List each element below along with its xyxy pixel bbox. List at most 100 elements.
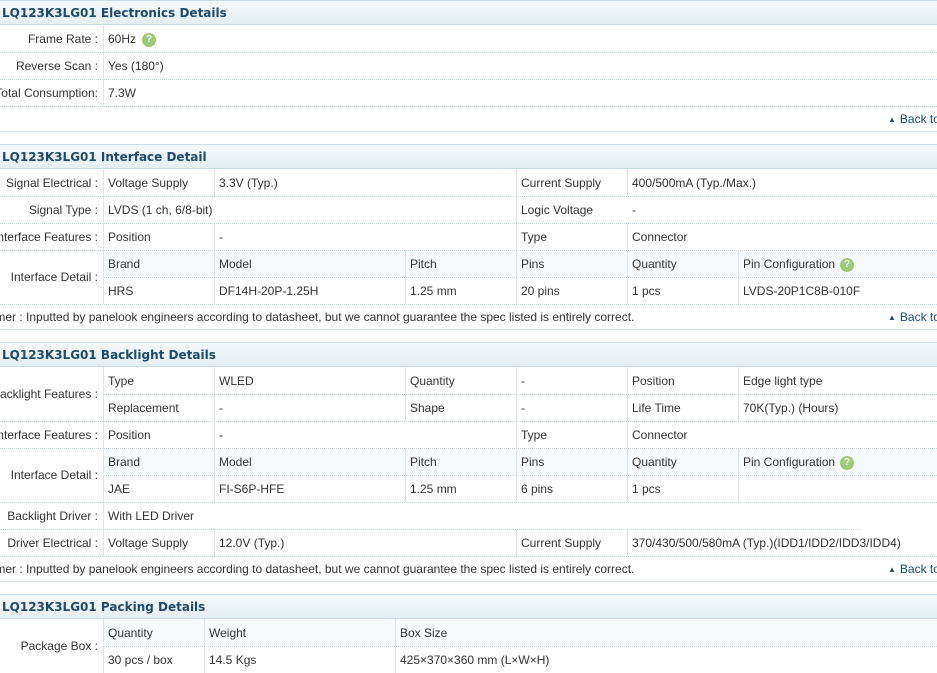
- bl-type-label: Type: [108, 374, 135, 388]
- backlight-features-label: Backlight Features :: [0, 387, 98, 401]
- disclaimer-text: Disclaimer : Inputted by panelook engine…: [0, 310, 635, 324]
- bl-replacement-value: -: [219, 401, 223, 415]
- bl-interface-features-label: Interface Features :: [0, 428, 98, 442]
- electronics-section-header: LQ123K3LG01 Electronics Details: [0, 0, 937, 25]
- label-column-divider: [103, 25, 104, 106]
- type-value: Connector: [632, 230, 688, 244]
- back-to-top-label: Back to Top: [899, 112, 937, 126]
- bl-cell-model: FI-S6P-HFE: [219, 482, 285, 496]
- logic-voltage-value: -: [632, 203, 636, 217]
- cell-quantity: 1 pcs: [632, 284, 661, 298]
- bl-life-time-value: 70K(Typ.) (Hours): [743, 401, 839, 415]
- bl-col-pin-configuration: Pin Configuration?: [743, 455, 855, 470]
- bl-quantity-value: -: [521, 374, 525, 388]
- row-divider: [0, 304, 937, 305]
- bl-quantity-label: Quantity: [410, 374, 455, 388]
- bl-col-brand: Brand: [108, 455, 141, 469]
- bl-position-label: Position: [632, 374, 675, 388]
- column-divider: [516, 529, 517, 556]
- column-divider: [516, 421, 517, 448]
- frame-rate-value: 60Hz?: [108, 32, 157, 47]
- bl-cell-quantity: 1 pcs: [632, 482, 661, 496]
- bl-cell-brand: JAE: [108, 482, 131, 496]
- drv-voltage-supply-label: Voltage Supply: [108, 536, 189, 550]
- row-divider: [0, 556, 937, 557]
- backlight-driver-value: With LED Driver: [108, 509, 195, 523]
- help-icon[interactable]: ?: [142, 32, 157, 47]
- bl-col-pitch: Pitch: [410, 455, 437, 469]
- col-brand: Brand: [108, 257, 141, 271]
- bl-if-type-label: Type: [521, 428, 548, 442]
- electronics-section-title: LQ123K3LG01 Electronics Details: [2, 6, 227, 20]
- col-pitch: Pitch: [410, 257, 437, 271]
- signal-type-label: Signal Type :: [28, 203, 98, 217]
- section-divider: [0, 131, 937, 132]
- col-model: Model: [219, 257, 252, 271]
- bl-shape-value: -: [521, 401, 525, 415]
- cell-pin-configuration: LVDS-20P1C8B-010F: [743, 284, 861, 298]
- row-divider: [0, 502, 937, 503]
- row-divider: [0, 79, 937, 80]
- disclaimer-text: Disclaimer : Inputted by panelook engine…: [0, 562, 635, 576]
- back-to-top-label: Back to Top: [899, 310, 937, 324]
- back-to-top-link[interactable]: ▲Back to Top: [888, 562, 937, 576]
- triangle-up-icon: ▲: [888, 313, 896, 322]
- row-divider: [104, 394, 937, 395]
- bl-if-position-value: -: [219, 428, 223, 442]
- back-to-top-link[interactable]: ▲Back to Top: [888, 112, 937, 126]
- cell-pins: 20 pins: [521, 284, 560, 298]
- drv-current-supply-label: Current Supply: [521, 536, 602, 550]
- help-icon[interactable]: ?: [840, 455, 855, 470]
- back-to-top-link[interactable]: ▲Back to Top: [888, 310, 937, 324]
- column-divider: [214, 223, 215, 250]
- section-divider: [0, 581, 937, 582]
- column-divider: [627, 223, 628, 250]
- voltage-supply-value: 3.3V (Typ.): [219, 176, 278, 190]
- pk-col-box-size: Box Size: [400, 626, 448, 640]
- reverse-scan-label: Reverse Scan :: [15, 59, 98, 73]
- bl-if-type-value: Connector: [632, 428, 688, 442]
- bl-life-time-label: Life Time: [632, 401, 681, 415]
- bl-interface-detail-label: Interface Detail :: [10, 468, 98, 482]
- column-divider: [214, 529, 215, 556]
- column-divider: [214, 421, 215, 448]
- total-consumption-label: Total Consumption:: [0, 86, 98, 100]
- row-divider: [104, 475, 937, 476]
- position-value: -: [219, 230, 223, 244]
- col-quantity: Quantity: [632, 257, 677, 271]
- pk-col-quantity: Quantity: [108, 626, 153, 640]
- column-divider: [516, 169, 517, 250]
- frame-rate-label: Frame Rate :: [27, 32, 98, 46]
- current-supply-value: 400/500mA (Typ./Max.): [632, 176, 757, 190]
- row-divider: [104, 277, 937, 278]
- signal-electrical-label: Signal Electrical :: [5, 176, 98, 190]
- cell-model: DF14H-20P-1.25H: [219, 284, 319, 298]
- col-pin-configuration-text: Pin Configuration: [743, 257, 836, 271]
- current-supply-label: Current Supply: [521, 176, 602, 190]
- logic-voltage-label: Logic Voltage: [521, 203, 594, 217]
- triangle-up-icon: ▲: [888, 115, 896, 124]
- col-pins: Pins: [521, 257, 545, 271]
- backlight-driver-label: Backlight Driver :: [7, 509, 98, 523]
- label-column-divider: [103, 169, 104, 304]
- voltage-supply-label: Voltage Supply: [108, 176, 189, 190]
- pk-cell-weight: 14.5 Kgs: [209, 653, 257, 667]
- bl-cell-pins: 6 pins: [521, 482, 554, 496]
- interface-section-title: LQ123K3LG01 Interface Detail: [2, 150, 207, 164]
- frame-rate-text: 60Hz: [108, 32, 137, 46]
- bl-shape-label: Shape: [410, 401, 445, 415]
- bl-col-pins: Pins: [521, 455, 545, 469]
- pk-col-weight: Weight: [209, 626, 247, 640]
- bl-if-position-label: Position: [108, 428, 151, 442]
- row-divider: [0, 196, 937, 197]
- help-icon[interactable]: ?: [840, 257, 855, 272]
- interface-detail-label: Interface Detail :: [10, 270, 98, 284]
- col-pin-configuration: Pin Configuration?: [743, 257, 855, 272]
- row-divider: [0, 223, 937, 224]
- row-divider: [0, 421, 937, 422]
- bl-col-pin-configuration-text: Pin Configuration: [743, 455, 836, 469]
- packing-section-title: LQ123K3LG01 Packing Details: [2, 600, 206, 614]
- back-to-top-label: Back to Top: [899, 562, 937, 576]
- package-box-label: Package Box :: [20, 639, 98, 653]
- column-divider: [214, 169, 215, 196]
